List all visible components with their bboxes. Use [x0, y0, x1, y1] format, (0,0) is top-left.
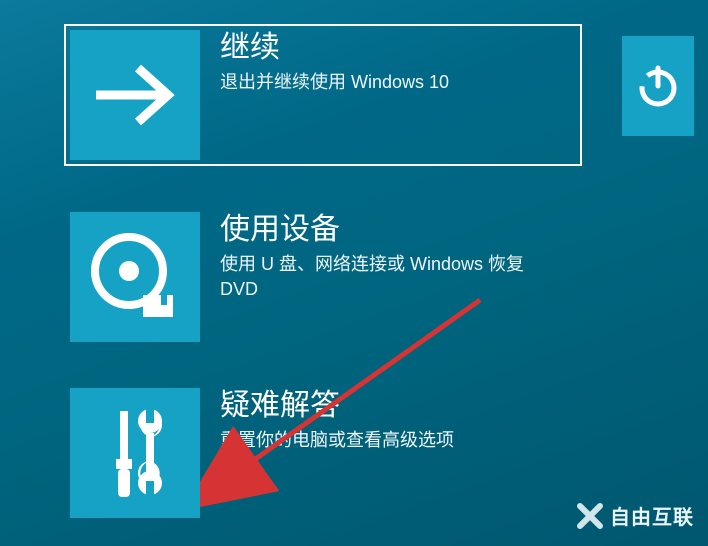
watermark-x-icon [576, 502, 604, 530]
disc-icon [85, 227, 185, 327]
option-continue[interactable]: 继续 退出并继续使用 Windows 10 [64, 24, 582, 166]
power-icon [634, 62, 682, 110]
option-continue-text: 继续 退出并继续使用 Windows 10 [200, 30, 449, 95]
option-use-device-desc: 使用 U 盘、网络连接或 Windows 恢复 DVD [220, 252, 560, 302]
power-button[interactable] [622, 36, 694, 136]
option-continue-title: 继续 [220, 30, 449, 66]
option-troubleshoot-tile [70, 388, 200, 518]
option-use-device-text: 使用设备 使用 U 盘、网络连接或 Windows 恢复 DVD [200, 212, 560, 302]
option-use-device-tile [70, 212, 200, 342]
option-troubleshoot-text: 疑难解答 重置你的电脑或查看高级选项 [200, 388, 454, 453]
option-use-device[interactable]: 使用设备 使用 U 盘、网络连接或 Windows 恢复 DVD [70, 212, 708, 342]
option-troubleshoot-title: 疑难解答 [220, 388, 454, 424]
arrow-right-icon [90, 60, 180, 130]
option-troubleshoot-desc: 重置你的电脑或查看高级选项 [220, 428, 454, 453]
option-continue-tile [70, 30, 200, 160]
watermark: 自由互联 [576, 501, 694, 530]
option-troubleshoot[interactable]: 疑难解答 重置你的电脑或查看高级选项 [70, 388, 708, 518]
option-use-device-title: 使用设备 [220, 212, 560, 248]
option-continue-desc: 退出并继续使用 Windows 10 [220, 70, 449, 95]
watermark-text: 自由互联 [610, 501, 694, 530]
tools-icon [90, 403, 180, 503]
winre-choose-option-screen: 继续 退出并继续使用 Windows 10 使用设备 使用 U 盘、网络连接或 … [0, 0, 708, 546]
